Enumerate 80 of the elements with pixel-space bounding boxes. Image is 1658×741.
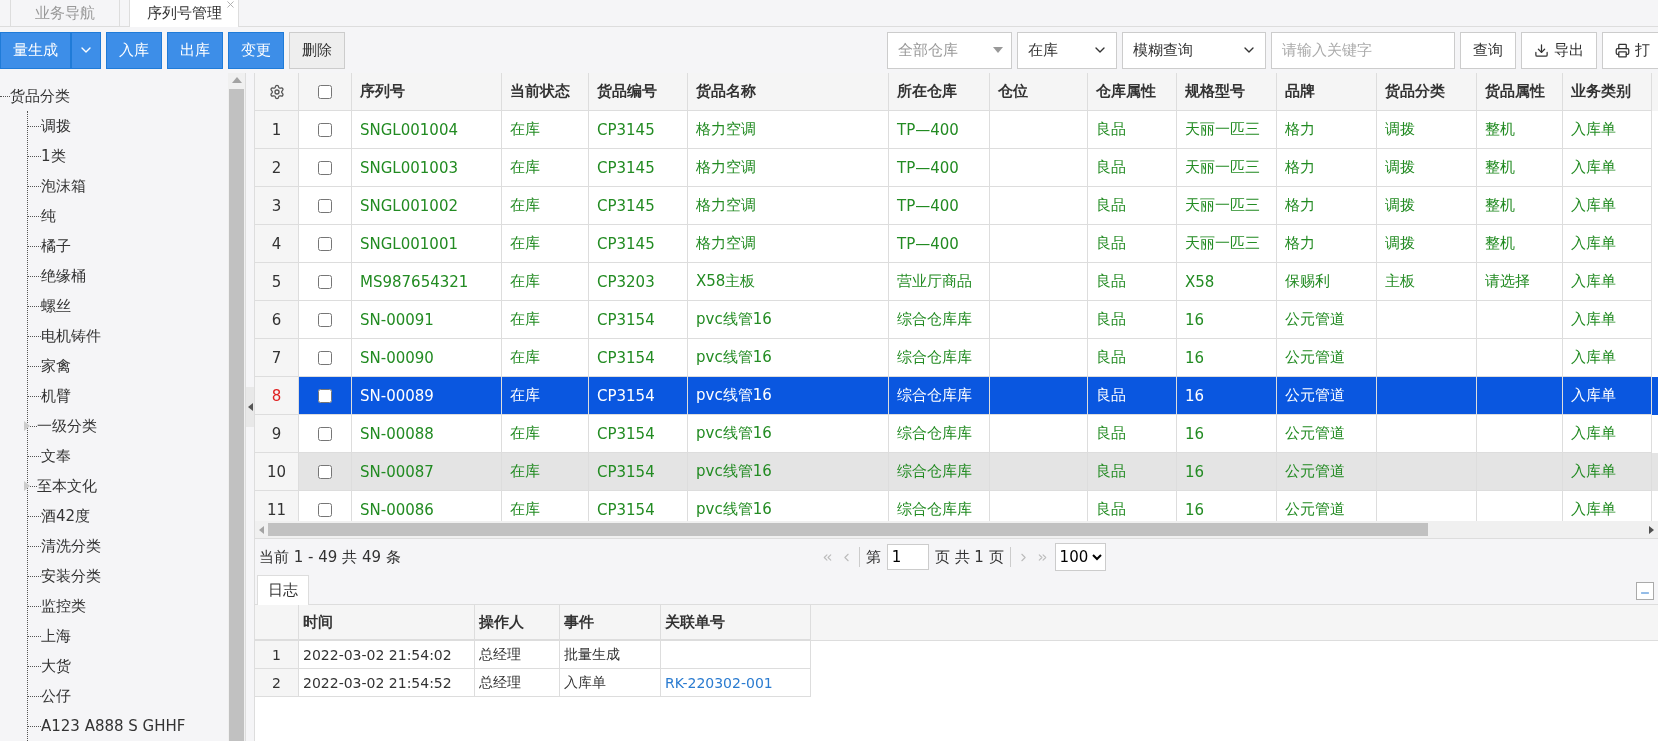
tree-item[interactable]: 螺丝 bbox=[28, 296, 71, 316]
page-tab[interactable]: 序列号管理 bbox=[129, 0, 239, 27]
tree-item[interactable]: 货品分类 bbox=[10, 86, 70, 106]
settings-icon[interactable] bbox=[268, 83, 285, 100]
column-header: 事件 bbox=[560, 605, 661, 640]
table-cell: 总经理 bbox=[475, 641, 560, 669]
row-number: 2 bbox=[255, 669, 299, 697]
table-row[interactable]: 8 SN-00089 在库 CP3154 pvc线管16 综合仓库库 良品 16 公元管道 入库单 bbox=[255, 377, 1658, 415]
table-row[interactable]: 10 SN-00087 在库 CP3154 pvc线管16 综合仓库库 良品 16 公元管道 入库单 bbox=[255, 453, 1658, 491]
scrollbar[interactable] bbox=[228, 73, 245, 741]
tree-item[interactable]: 橘子 bbox=[28, 236, 71, 256]
tree-item[interactable]: 酒42度 bbox=[28, 506, 91, 526]
tree-item[interactable]: 绝缘桶 bbox=[28, 266, 86, 286]
row-checkbox[interactable] bbox=[318, 350, 332, 365]
dropdown-button[interactable] bbox=[71, 31, 101, 69]
page-label: 第 bbox=[865, 547, 881, 567]
tree-item[interactable]: 公仔 bbox=[28, 686, 71, 706]
row-number: 11 bbox=[255, 491, 299, 521]
row-checkbox[interactable] bbox=[318, 426, 332, 441]
row-number: 3 bbox=[255, 187, 299, 225]
row-checkbox[interactable] bbox=[318, 312, 332, 327]
record-summary: 当前 1 - 49 共 49 条 bbox=[259, 547, 401, 567]
row-checkbox[interactable] bbox=[318, 502, 332, 517]
status-select[interactable]: 在库 bbox=[1017, 31, 1117, 69]
table-cell: 总经理 bbox=[475, 669, 560, 697]
table-cell: 2022-03-02 21:54:02 bbox=[299, 641, 475, 669]
row-number: 5 bbox=[255, 263, 299, 301]
tree-item[interactable]: 电机铸件 bbox=[28, 326, 101, 346]
column-header: 时间 bbox=[299, 605, 475, 640]
tree-item[interactable]: 文奉 bbox=[28, 446, 71, 466]
row-checkbox[interactable] bbox=[318, 122, 332, 137]
row-number: 7 bbox=[255, 339, 299, 377]
table-cell: 批量生成 bbox=[560, 641, 661, 669]
tree-item[interactable]: 纯 bbox=[28, 206, 56, 226]
row-number: 2 bbox=[255, 149, 299, 187]
row-checkbox[interactable] bbox=[318, 198, 332, 213]
tree-item[interactable]: 监控类 bbox=[28, 596, 86, 616]
tree-item[interactable]: 大货 bbox=[28, 656, 71, 676]
download-icon bbox=[1534, 42, 1549, 58]
select-all-checkbox[interactable] bbox=[318, 84, 332, 99]
tree-item[interactable]: 家禽 bbox=[28, 356, 71, 376]
table-cell: 入库单 bbox=[560, 669, 661, 697]
tree-item[interactable]: A123 A888 S GHHF bbox=[28, 717, 186, 735]
row-checkbox[interactable] bbox=[318, 464, 332, 479]
column-header: 操作人 bbox=[475, 605, 560, 640]
order-link[interactable]: RK-220302-001 bbox=[665, 674, 773, 691]
row-checkbox[interactable] bbox=[318, 274, 332, 289]
tree-item[interactable]: 上海 bbox=[28, 626, 71, 646]
query-button[interactable]: 查询 bbox=[1460, 31, 1516, 69]
row-number: 4 bbox=[255, 225, 299, 263]
page-size-select[interactable]: 100 bbox=[1054, 543, 1106, 571]
page-label: 页 共 1 页 bbox=[934, 547, 1004, 567]
tree-item[interactable]: 清洗分类 bbox=[28, 536, 101, 556]
tree-item[interactable]: 机臂 bbox=[28, 386, 71, 406]
tree-item[interactable]: 1类 bbox=[28, 146, 66, 166]
row-number: 6 bbox=[255, 301, 299, 339]
row-number: 1 bbox=[255, 641, 299, 669]
printer-icon bbox=[1615, 42, 1630, 58]
row-number: 10 bbox=[255, 453, 299, 491]
minimize-button[interactable] bbox=[1636, 582, 1654, 600]
tree-item[interactable]: 安装分类 bbox=[28, 566, 101, 586]
mode-select[interactable]: 模糊查询 bbox=[1122, 31, 1266, 69]
export-button[interactable]: 导出 bbox=[1521, 31, 1597, 69]
log-tab[interactable]: 日志 bbox=[257, 575, 309, 605]
tree-item[interactable]: 泡沫箱 bbox=[28, 176, 86, 196]
column-header: 关联单号 bbox=[661, 605, 811, 640]
scrollbar[interactable] bbox=[255, 521, 1658, 538]
print-button[interactable]: 打 bbox=[1602, 31, 1658, 69]
row-number: 8 bbox=[255, 377, 299, 415]
row-checkbox[interactable] bbox=[318, 160, 332, 175]
row-number: 9 bbox=[255, 415, 299, 453]
row-number: 1 bbox=[255, 111, 299, 149]
table-cell: 2022-03-02 21:54:52 bbox=[299, 669, 475, 697]
tree-item[interactable]: 调拨 bbox=[28, 116, 71, 136]
delete-button[interactable]: 删除 bbox=[289, 31, 345, 69]
row-checkbox[interactable] bbox=[318, 388, 332, 403]
row-checkbox[interactable] bbox=[318, 236, 332, 251]
search-field[interactable]: 请输入关键字 bbox=[1271, 31, 1455, 69]
page-field[interactable]: 1 bbox=[886, 544, 929, 570]
caret-icon bbox=[993, 47, 1003, 53]
